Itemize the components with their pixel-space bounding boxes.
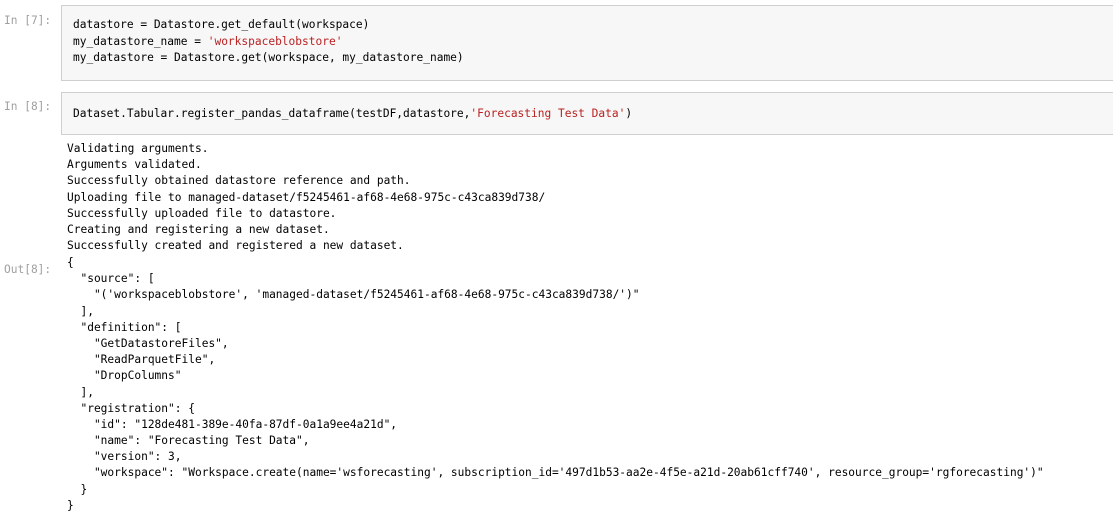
output-line: "source": [ [67, 272, 155, 286]
output-line: "ReadParquetFile", [67, 353, 216, 367]
code-line: my_datastore_name = 'workspaceblobstore' [73, 34, 1113, 51]
output-line: } [67, 498, 74, 512]
cell-7-code-editor[interactable]: datastore = Datastore.get_default(worksp… [61, 5, 1113, 81]
code-text: ) [625, 107, 633, 120]
output-line: { [67, 256, 74, 269]
code-text: my_datastore_name = [73, 34, 208, 48]
cell-8-output-prompt: Out[8]: [4, 263, 52, 276]
output-line: "registration": { [67, 401, 195, 415]
output-line: Successfully obtained datastore referenc… [67, 174, 411, 188]
output-line: "id": "128de481-389e-40fa-87df-0a1a9ee4a… [67, 417, 398, 431]
code-text: Dataset.Tabular.register_pandas_datafram… [73, 107, 471, 120]
code-line: Dataset.Tabular.register_pandas_datafram… [73, 104, 1113, 123]
code-line: datastore = Datastore.get_default(worksp… [73, 17, 1113, 34]
code-text: my_datastore = Datastore.get(workspace, … [73, 51, 464, 64]
output-line: Uploading file to managed-dataset/f52454… [67, 190, 546, 204]
output-line: "version": 3, [67, 450, 182, 464]
output-line: "GetDatastoreFiles", [67, 336, 229, 350]
output-line: } [67, 482, 88, 496]
cell-8-code-editor[interactable]: Dataset.Tabular.register_pandas_datafram… [61, 92, 1113, 135]
output-line: "DropColumns" [67, 369, 182, 383]
output-line: "workspace": "Workspace.create(name='wsf… [67, 466, 1044, 480]
output-line: Successfully uploaded file to datastore. [67, 206, 337, 220]
output-line: Arguments validated. [67, 158, 202, 172]
string-literal: 'workspaceblobstore' [207, 34, 343, 48]
output-line: "('workspaceblobstore', 'managed-dataset… [67, 288, 640, 302]
code-text: datastore = Datastore.get_default(worksp… [73, 18, 370, 31]
output-line: Creating and registering a new dataset. [67, 222, 330, 236]
output-line: "definition": [ [67, 320, 182, 334]
cell-7-input-prompt: In [7]: [4, 14, 52, 27]
output-line: ], [67, 385, 94, 399]
cell-8-input-prompt: In [8]: [4, 100, 52, 113]
output-line: "name": "Forecasting Test Data", [67, 434, 310, 448]
string-literal: 'Forecasting Test Data' [470, 107, 626, 120]
cell-8-stream-output: Validating arguments. Arguments validated… [67, 141, 545, 254]
cell-8-result-output: { "source": [ "('workspaceblobstore', 'm… [67, 255, 1044, 514]
output-line: Successfully created and registered a ne… [67, 239, 404, 253]
code-line: my_datastore = Datastore.get(workspace, … [73, 50, 1113, 67]
output-line: ], [67, 304, 94, 318]
output-line: Validating arguments. [67, 142, 209, 155]
